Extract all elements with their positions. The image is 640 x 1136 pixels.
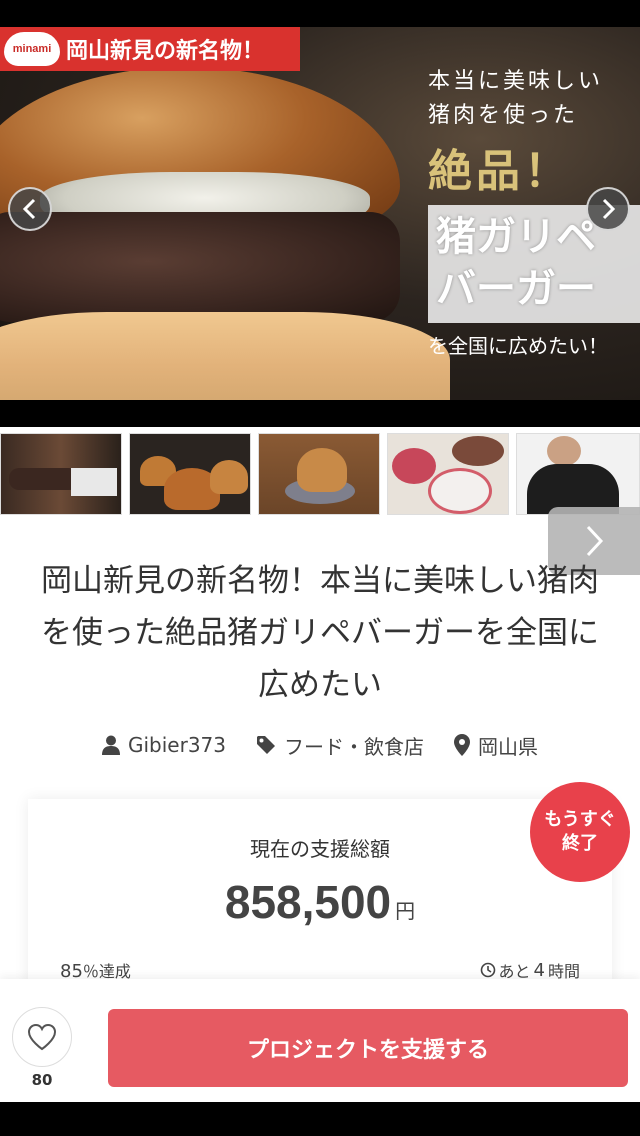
carousel-next-button[interactable] — [586, 187, 630, 231]
funding-label: 現在の支援総額 — [250, 837, 390, 861]
brand-banner: minami 岡山新見の新名物！ — [0, 27, 300, 71]
brand-title: 岡山新見の新名物！ — [66, 39, 265, 64]
project-title: 岡山新見の新名物！本当に美味しい猪肉を使った絶品猪ガリペバーガーを全国に広めたい — [41, 563, 599, 703]
ad-copy-line1: 本当に美味しい — [428, 69, 604, 94]
bottom-action-bar: 80 プロジェクトを支援する — [0, 979, 640, 1110]
remaining-value: 4 — [533, 959, 545, 981]
chevron-right-icon — [586, 525, 604, 557]
meta-category[interactable]: フード・飲食店 — [256, 731, 424, 760]
meta-location[interactable]: 岡山県 — [454, 731, 538, 760]
thumbnail-strip — [0, 433, 640, 517]
heart-icon — [27, 1023, 57, 1051]
ad-copy-line2: 猪肉を使った — [428, 103, 579, 128]
chevron-right-icon — [602, 198, 616, 220]
clock-icon — [480, 962, 495, 978]
ending-soon-badge: もうすぐ終了 — [530, 782, 630, 882]
burger-bottom-bun — [0, 312, 450, 400]
location-pin-icon — [454, 734, 470, 756]
hero-bottom-gap — [0, 400, 640, 427]
ad-copy-highlight: 絶品！ — [428, 146, 572, 197]
project-content: 岡山新見の新名物！本当に美味しい猪肉を使った絶品猪ガリペバーガーを全国に広めたい… — [0, 427, 640, 1136]
project-meta: Gibier373 フード・飲食店 岡山県 — [0, 730, 640, 760]
chevron-left-icon — [22, 198, 36, 220]
user-icon — [101, 735, 120, 755]
thumb-meat-platters[interactable] — [387, 433, 509, 515]
thumb-burger-ad[interactable] — [0, 433, 122, 515]
status-bar-area — [0, 0, 640, 27]
favorite-button[interactable] — [12, 1007, 72, 1067]
carousel-prev-button[interactable] — [8, 187, 52, 231]
funding-amount: 858,500 — [224, 876, 392, 928]
funding-amount-row: 858,500 円 — [28, 875, 612, 929]
favorite-count: 80 — [31, 1071, 53, 1089]
ad-copy-lines: 本当に美味しい 猪肉を使った — [428, 65, 633, 133]
currency-unit: 円 — [395, 899, 416, 923]
owner-name: Gibier373 — [127, 733, 226, 757]
burger-patty — [0, 212, 400, 322]
meta-owner[interactable]: Gibier373 — [101, 733, 226, 757]
tag-icon — [257, 736, 275, 754]
support-project-button[interactable]: プロジェクトを支援する — [108, 1009, 628, 1087]
location-name: 岡山県 — [478, 734, 538, 759]
thumb-burger-plate[interactable] — [258, 433, 380, 515]
minami-logo: minami — [4, 32, 60, 66]
ad-copy-tail: を全国に広めたい！ — [428, 334, 608, 358]
thumb-burgers-group[interactable] — [129, 433, 251, 515]
hero-image-carousel[interactable]: minami 岡山新見の新名物！ 本当に美味しい 猪肉を使った 絶品！ 猪ガリペ… — [0, 27, 640, 400]
category-name: フード・飲食店 — [284, 734, 424, 759]
bottom-safe-area — [0, 1102, 640, 1136]
thumb-chef[interactable] — [516, 433, 640, 515]
